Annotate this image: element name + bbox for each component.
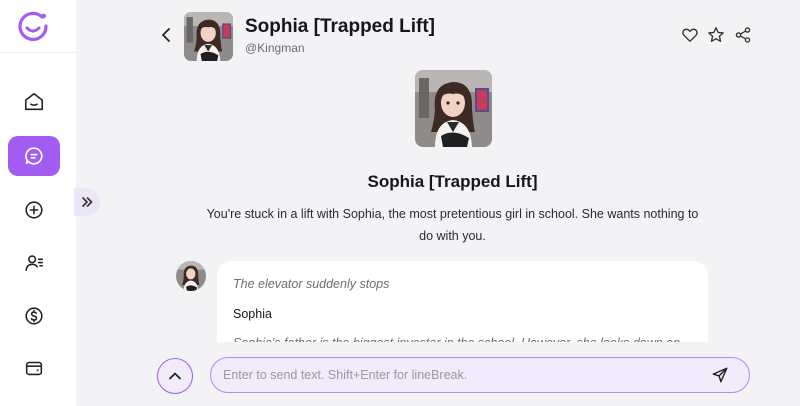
character-portrait bbox=[415, 70, 492, 147]
double-chevron-right-icon bbox=[82, 197, 93, 207]
wallet-icon bbox=[25, 361, 43, 376]
user-list-icon bbox=[25, 255, 44, 272]
back-arrow-icon[interactable] bbox=[158, 25, 176, 45]
character-portrait bbox=[176, 261, 206, 291]
sidebar-item-create[interactable] bbox=[8, 190, 60, 230]
sidebar-item-pricing[interactable] bbox=[8, 296, 60, 336]
message-input-container bbox=[210, 357, 750, 393]
message-input[interactable] bbox=[223, 358, 703, 391]
intro-description: You're stuck in a lift with Sophia, the … bbox=[206, 207, 699, 243]
intro-character-image bbox=[415, 70, 492, 147]
star-icon[interactable] bbox=[707, 26, 725, 44]
character-avatar[interactable] bbox=[184, 12, 233, 61]
message-narration: The elevator suddenly stops bbox=[233, 277, 390, 291]
sidebar-divider bbox=[0, 52, 76, 53]
heart-icon[interactable] bbox=[681, 26, 699, 44]
expand-sidebar-button[interactable] bbox=[74, 188, 100, 216]
plus-circle-icon bbox=[25, 201, 43, 219]
home-icon bbox=[24, 92, 44, 111]
share-icon[interactable] bbox=[734, 26, 752, 44]
message-avatar[interactable] bbox=[176, 261, 206, 291]
sidebar-item-home[interactable] bbox=[8, 82, 60, 122]
dollar-icon bbox=[25, 307, 43, 325]
sidebar bbox=[0, 0, 76, 406]
character-portrait bbox=[184, 12, 233, 61]
sidebar-item-chat[interactable] bbox=[8, 136, 60, 176]
intro-title: Sophia [Trapped Lift] bbox=[367, 172, 538, 191]
brand-logo-icon[interactable] bbox=[16, 9, 50, 43]
chat-icon bbox=[25, 147, 43, 165]
scroll-up-button[interactable] bbox=[157, 358, 193, 394]
sidebar-item-characters[interactable] bbox=[8, 243, 60, 283]
page-title: Sophia [Trapped Lift] bbox=[245, 16, 435, 37]
send-icon[interactable] bbox=[711, 366, 729, 384]
chevron-up-icon bbox=[169, 372, 181, 380]
creator-handle[interactable]: @Kingman bbox=[245, 41, 305, 55]
sidebar-item-wallet[interactable] bbox=[8, 348, 60, 388]
message-speaker: Sophia bbox=[233, 307, 272, 321]
